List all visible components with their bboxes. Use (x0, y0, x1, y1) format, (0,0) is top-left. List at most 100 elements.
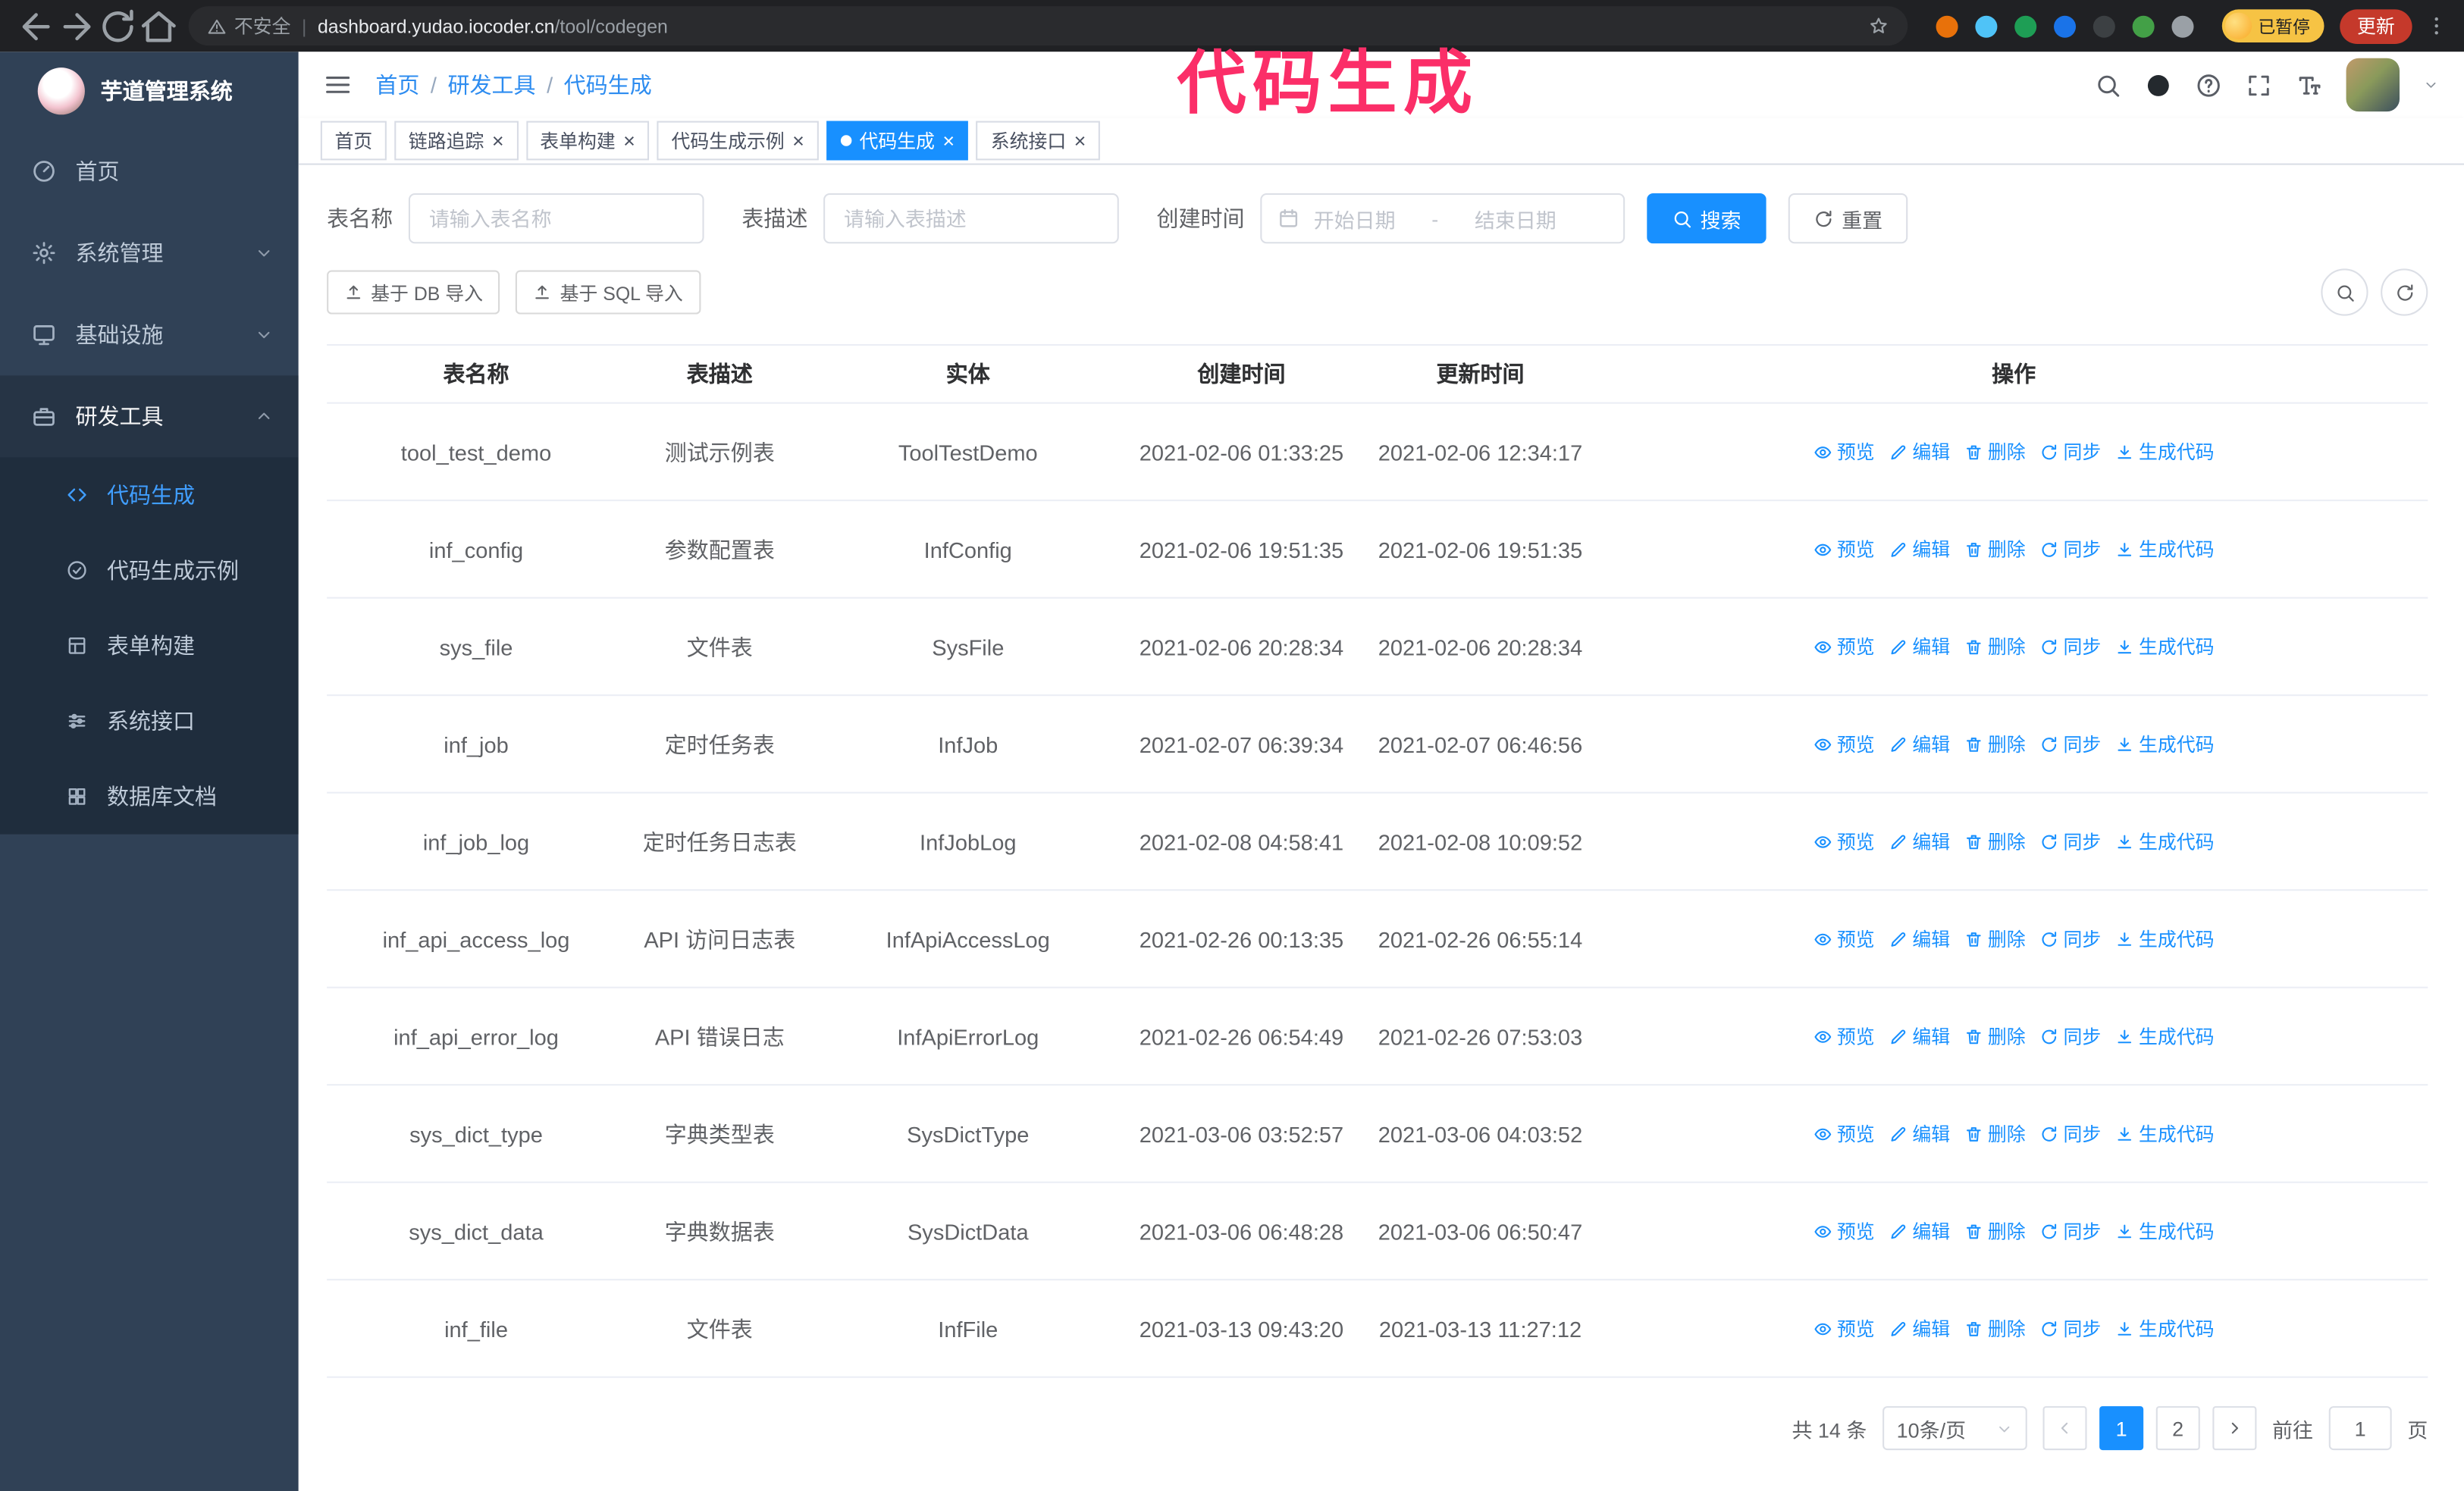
sync-link[interactable]: 同步 (2039, 633, 2101, 659)
sidebar-subitem-codegen[interactable]: 代码生成 (0, 457, 299, 532)
page-size-select[interactable]: 10条/页 (1882, 1406, 2027, 1450)
browser-menu-icon[interactable] (2425, 14, 2448, 38)
delete-link[interactable]: 删除 (1964, 1315, 2026, 1342)
table-desc-input[interactable] (823, 193, 1119, 243)
breadcrumb-item[interactable]: 代码生成 (564, 69, 652, 100)
delete-link[interactable]: 删除 (1964, 633, 2026, 659)
sync-link[interactable]: 同步 (2039, 1315, 2101, 1342)
profile-paused-badge[interactable]: 已暂停 (2222, 9, 2324, 42)
sidebar-item-system-manage[interactable]: 系统管理 (0, 212, 299, 294)
delete-link[interactable]: 删除 (1964, 926, 2026, 952)
preview-link[interactable]: 预览 (1814, 828, 1875, 854)
orange-extension-icon[interactable] (1936, 15, 1958, 37)
preview-link[interactable]: 预览 (1814, 731, 1875, 757)
delete-link[interactable]: 删除 (1964, 731, 2026, 757)
next-page-button[interactable] (2212, 1406, 2256, 1450)
sidebar-item-infrastructure[interactable]: 基础设施 (0, 294, 299, 376)
tab-close-icon[interactable]: × (942, 130, 955, 151)
generate-code-link[interactable]: 生成代码 (2115, 438, 2215, 465)
reload-icon[interactable] (98, 5, 139, 46)
github-icon[interactable] (2145, 71, 2171, 98)
refresh-table-button[interactable] (2381, 268, 2428, 315)
delete-link[interactable]: 删除 (1964, 1217, 2026, 1244)
tab-home[interactable]: 首页 (321, 121, 387, 161)
puzzle-extension-icon[interactable] (2171, 15, 2193, 37)
edit-link[interactable]: 编辑 (1889, 1217, 1950, 1244)
user-avatar[interactable] (2346, 58, 2400, 111)
sidebar-subitem-db-doc[interactable]: 数据库文档 (0, 759, 299, 834)
tab-system-api[interactable]: 系统接口× (977, 121, 1100, 161)
preview-link[interactable]: 预览 (1814, 1315, 1875, 1342)
tab-close-icon[interactable]: × (492, 130, 504, 151)
edit-link[interactable]: 编辑 (1889, 926, 1950, 952)
search-button[interactable]: 搜索 (1647, 193, 1766, 243)
sidebar-subitem-form-builder[interactable]: 表单构建 (0, 608, 299, 683)
page-button-1[interactable]: 1 (2099, 1406, 2143, 1450)
table-name-input[interactable] (409, 193, 704, 243)
generate-code-link[interactable]: 生成代码 (2115, 926, 2215, 952)
tab-close-icon[interactable]: × (792, 130, 804, 151)
sidebar-item-home[interactable]: 首页 (0, 130, 299, 212)
generate-code-link[interactable]: 生成代码 (2115, 1120, 2215, 1147)
import-sql-button[interactable]: 基于 SQL 导入 (516, 271, 701, 315)
toggle-search-button[interactable] (2321, 268, 2368, 315)
tab-tracer[interactable]: 链路追踪× (394, 121, 518, 161)
delete-link[interactable]: 删除 (1964, 438, 2026, 465)
preview-link[interactable]: 预览 (1814, 1217, 1875, 1244)
avatar-caret-icon[interactable] (2423, 77, 2439, 93)
sidebar-subitem-codegen-demo[interactable]: 代码生成示例 (0, 533, 299, 608)
breadcrumb-item[interactable]: 研发工具 (447, 69, 535, 100)
bookmark-star-icon[interactable] (1868, 16, 1889, 36)
sync-link[interactable]: 同步 (2039, 828, 2101, 854)
preview-link[interactable]: 预览 (1814, 926, 1875, 952)
edit-link[interactable]: 编辑 (1889, 828, 1950, 854)
blue-grid-extension-icon[interactable] (2054, 15, 2076, 37)
tab-form-builder[interactable]: 表单构建× (526, 121, 650, 161)
green-check-extension-icon[interactable] (2014, 15, 2036, 37)
delete-link[interactable]: 删除 (1964, 1023, 2026, 1049)
sync-link[interactable]: 同步 (2039, 731, 2101, 757)
edit-link[interactable]: 编辑 (1889, 536, 1950, 562)
import-db-button[interactable]: 基于 DB 导入 (327, 271, 500, 315)
tab-codegen[interactable]: 代码生成× (826, 121, 969, 161)
sync-link[interactable]: 同步 (2039, 1120, 2101, 1147)
breadcrumb-item[interactable]: 首页 (375, 69, 419, 100)
edit-link[interactable]: 编辑 (1889, 1023, 1950, 1049)
url-bar[interactable]: 不安全 | dashboard.yudao.iocoder.cn /tool/c… (189, 6, 1908, 45)
prev-page-button[interactable] (2042, 1406, 2086, 1450)
generate-code-link[interactable]: 生成代码 (2115, 1217, 2215, 1244)
tab-close-icon[interactable]: × (1074, 130, 1086, 151)
edit-link[interactable]: 编辑 (1889, 633, 1950, 659)
help-icon[interactable] (2196, 71, 2222, 98)
sync-link[interactable]: 同步 (2039, 926, 2101, 952)
edit-link[interactable]: 编辑 (1889, 1120, 1950, 1147)
goto-page-input[interactable] (2329, 1406, 2392, 1450)
edit-link[interactable]: 编辑 (1889, 731, 1950, 757)
edit-link[interactable]: 编辑 (1889, 1315, 1950, 1342)
preview-link[interactable]: 预览 (1814, 633, 1875, 659)
reset-button[interactable]: 重置 (1788, 193, 1908, 243)
sidebar-subitem-system-api[interactable]: 系统接口 (0, 684, 299, 759)
date-range-picker[interactable]: 开始日期 - 结束日期 (1260, 193, 1625, 243)
browser-update-button[interactable]: 更新 (2340, 8, 2412, 43)
browser-home-icon[interactable] (138, 5, 179, 46)
sync-link[interactable]: 同步 (2039, 536, 2101, 562)
delete-link[interactable]: 删除 (1964, 1120, 2026, 1147)
page-button-2[interactable]: 2 (2156, 1406, 2200, 1450)
generate-code-link[interactable]: 生成代码 (2115, 536, 2215, 562)
generate-code-link[interactable]: 生成代码 (2115, 731, 2215, 757)
sidebar-item-dev-tools[interactable]: 研发工具 (0, 375, 299, 457)
font-size-icon[interactable] (2296, 71, 2322, 98)
sync-link[interactable]: 同步 (2039, 1217, 2101, 1244)
header-search-icon[interactable] (2095, 71, 2121, 98)
dark-extension-icon[interactable] (2093, 15, 2115, 37)
generate-code-link[interactable]: 生成代码 (2115, 633, 2215, 659)
generate-code-link[interactable]: 生成代码 (2115, 1023, 2215, 1049)
fullscreen-icon[interactable] (2246, 71, 2272, 98)
preview-link[interactable]: 预览 (1814, 1120, 1875, 1147)
logo-row[interactable]: 芋道管理系统 (0, 52, 299, 130)
sync-link[interactable]: 同步 (2039, 438, 2101, 465)
leaf-extension-icon[interactable] (2133, 15, 2155, 37)
back-icon[interactable] (16, 5, 57, 46)
generate-code-link[interactable]: 生成代码 (2115, 1315, 2215, 1342)
